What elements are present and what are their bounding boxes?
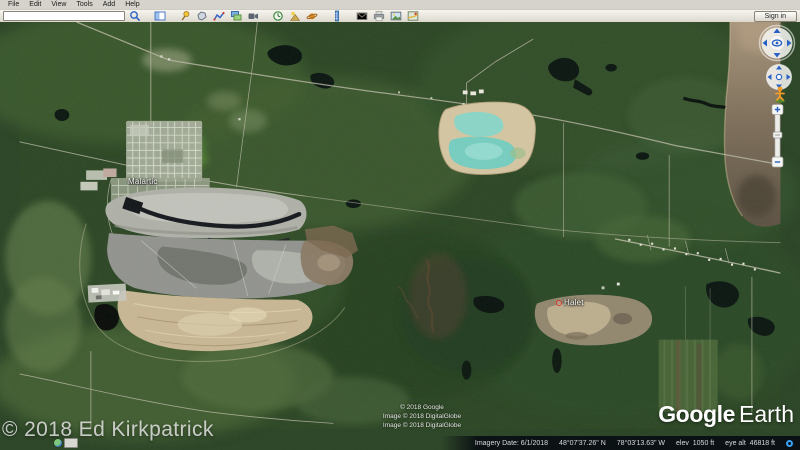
historical-imagery-button[interactable] [270, 11, 285, 22]
menu-edit[interactable]: Edit [24, 0, 46, 9]
status-bar: Imagery Date: 6/1/2018 48°07'37.26" N 78… [441, 436, 800, 450]
tour-guide-bar[interactable] [54, 438, 78, 448]
zoom-in-button [771, 104, 784, 115]
historical-imagery-icon [272, 11, 283, 21]
tour-thumbnail[interactable] [64, 438, 78, 448]
email-button[interactable] [354, 11, 369, 22]
sign-in-button[interactable]: Sign in [753, 10, 797, 22]
menu-bar: File Edit View Tools Add Help [0, 0, 800, 10]
sunlight-button[interactable] [287, 11, 302, 22]
google-earth-window: File Edit View Tools Add Help Sign in Ma… [0, 0, 800, 450]
latitude: 48°07'37.26" N [559, 439, 606, 447]
satellite-imagery [0, 22, 800, 439]
search-button[interactable] [127, 11, 142, 22]
image-overlay-icon [230, 11, 241, 21]
zoom-out-button [771, 156, 784, 168]
save-image-icon [390, 11, 401, 21]
search-icon [129, 11, 140, 22]
look-joystick[interactable] [758, 24, 796, 62]
streaming-indicator-icon [786, 439, 793, 447]
elevation: elev 1050 ft [676, 439, 715, 447]
ruler-button[interactable] [329, 10, 344, 22]
print-icon [373, 11, 384, 22]
add-polygon-button[interactable] [194, 11, 209, 22]
ruler-icon [334, 10, 339, 22]
imagery-date: Imagery Date: 6/1/2018 [474, 439, 549, 447]
email-icon [356, 12, 367, 20]
menu-help[interactable]: Help [120, 0, 144, 9]
add-image-overlay-button[interactable] [228, 11, 243, 22]
record-tour-button[interactable] [245, 11, 260, 22]
planets-icon [306, 13, 317, 20]
mini-globe-icon[interactable] [54, 439, 62, 447]
record-tour-icon [248, 13, 258, 19]
menu-add[interactable]: Add [98, 0, 120, 9]
zoom-slider-handle [772, 131, 783, 139]
sunlight-icon [289, 11, 300, 21]
menu-file[interactable]: File [3, 0, 24, 9]
zoom-slider[interactable] [770, 104, 785, 168]
longitude: 78°03'13.63" W [616, 439, 666, 447]
menu-tools[interactable]: Tools [71, 0, 97, 9]
placemark-icon [181, 11, 189, 21]
pegman-icon[interactable] [772, 86, 788, 103]
path-icon [212, 11, 225, 21]
print-button[interactable] [371, 11, 386, 22]
save-image-button[interactable] [388, 11, 403, 22]
maps-icon [407, 11, 418, 21]
polygon-icon [196, 11, 207, 21]
map-viewport[interactable]: Malartic Halet © 2018 Google Image © 201… [0, 22, 800, 450]
menu-view[interactable]: View [46, 0, 71, 9]
sidebar-toggle-button[interactable] [152, 11, 167, 22]
add-placemark-button[interactable] [177, 11, 192, 22]
eye-altitude: eye alt 46818 ft [725, 439, 775, 447]
view-in-maps-button[interactable] [405, 11, 420, 22]
sidebar-icon [154, 11, 165, 21]
planets-button[interactable] [304, 11, 319, 22]
add-path-button[interactable] [211, 11, 226, 22]
search-input[interactable] [3, 11, 125, 21]
